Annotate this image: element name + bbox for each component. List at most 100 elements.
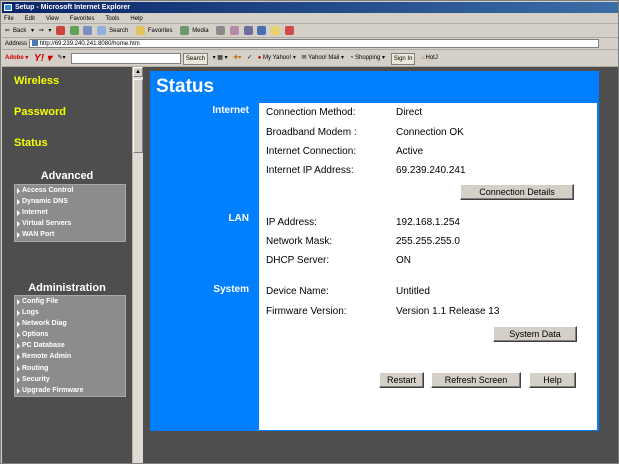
- sidebar-scrollbar[interactable]: ▲: [132, 67, 143, 463]
- page-icon: [31, 40, 38, 47]
- word-icon[interactable]: [257, 25, 267, 35]
- section-system: System: [213, 284, 249, 295]
- search-button[interactable]: Search: [97, 25, 131, 35]
- toolbar-options-icon[interactable]: ▾ ▦ ▾: [213, 50, 228, 66]
- label-firmware-version: Firmware Version:: [266, 306, 347, 317]
- nav-internet[interactable]: Internet: [15, 207, 125, 218]
- section-lan: LAN: [228, 213, 249, 224]
- nav-virtual-servers[interactable]: Virtual Servers: [15, 218, 125, 229]
- browser-window: Setup - Microsoft Internet Explorer File…: [0, 0, 619, 464]
- value-device-name: Untitled: [396, 286, 430, 297]
- my-yahoo-icon: ●: [257, 55, 262, 61]
- restart-button[interactable]: Restart: [379, 372, 424, 388]
- refresh-icon[interactable]: [69, 25, 79, 35]
- help-button[interactable]: Help: [529, 372, 576, 388]
- mail-icon[interactable]: [229, 25, 239, 35]
- yahoo-logo[interactable]: Y! ▾: [34, 50, 52, 66]
- stop-icon[interactable]: [56, 25, 66, 35]
- sidebar-nav: Wireless Password Status Advanced Access…: [2, 67, 132, 463]
- scroll-up-icon[interactable]: ▲: [133, 67, 143, 77]
- address-bar: Address http://69.239.240.241:8080/home.…: [2, 38, 618, 50]
- adobe-button[interactable]: Adobe ▾: [5, 50, 28, 66]
- menu-help[interactable]: Help: [130, 16, 142, 22]
- label-internet-connection: Internet Connection:: [266, 146, 357, 157]
- nav-network-diag[interactable]: Network Diag: [15, 318, 125, 329]
- system-data-button[interactable]: System Data: [493, 326, 577, 342]
- yahoo-search-input[interactable]: [71, 53, 182, 64]
- address-input[interactable]: http://69.239.240.241:8080/home.htm: [28, 38, 599, 48]
- page-title: Status: [150, 71, 599, 102]
- connection-details-button[interactable]: Connection Details: [460, 184, 574, 200]
- label-lan-ip: IP Address:: [266, 217, 317, 228]
- value-dhcp-server: ON: [396, 255, 411, 266]
- history-icon[interactable]: [216, 25, 226, 35]
- nav-logs[interactable]: Logs: [15, 307, 125, 318]
- media-button[interactable]: Media: [180, 25, 211, 35]
- sign-in-button[interactable]: Sign In: [390, 52, 416, 65]
- scroll-thumb[interactable]: [133, 79, 143, 153]
- menu-tools[interactable]: Tools: [105, 16, 119, 22]
- my-yahoo-button[interactable]: ● My Yahoo! ▾: [257, 50, 296, 66]
- shopping-button[interactable]: ◔ Shopping ▾: [349, 50, 385, 66]
- search-icon: [97, 25, 107, 35]
- nav-options[interactable]: Options: [15, 329, 125, 340]
- nav-upgrade-firmware[interactable]: Upgrade Firmware: [15, 385, 125, 396]
- nav-dynamic-dns[interactable]: Dynamic DNS: [15, 196, 125, 207]
- print-icon[interactable]: [243, 25, 253, 35]
- yahoo-search-button[interactable]: Search: [182, 52, 208, 65]
- yahoo-toolbar: Adobe ▾ Y! ▾ ✎▾ Search ▾ ▦ ▾ ✚▾ ✓ ● My Y…: [2, 50, 618, 67]
- value-internet-ip: 69.239.240.241: [396, 165, 466, 176]
- nav-routing[interactable]: Routing: [15, 363, 125, 374]
- back-arrow-icon: ⇐: [5, 28, 11, 34]
- nav-access-control[interactable]: Access Control: [15, 185, 125, 196]
- status-main: Status Internet LAN System Connection Me…: [143, 67, 618, 463]
- label-internet-ip: Internet IP Address:: [266, 165, 354, 176]
- nav-pc-database[interactable]: PC Database: [15, 340, 125, 351]
- favorites-button[interactable]: Favorites: [135, 25, 176, 35]
- label-network-mask: Network Mask:: [266, 236, 333, 247]
- yahoo-plus-icon[interactable]: ✚▾: [233, 50, 241, 66]
- address-url: http://69.239.240.241:8080/home.htm: [39, 40, 140, 47]
- administration-heading: Administration: [28, 282, 106, 294]
- label-connection-method: Connection Method:: [266, 107, 356, 118]
- value-lan-ip: 192.168.1.254: [396, 217, 460, 228]
- page-content: Wireless Password Status Advanced Access…: [2, 67, 618, 463]
- status-panel: Internet LAN System Connection Method: D…: [150, 102, 599, 431]
- nav-password[interactable]: Password: [14, 106, 66, 118]
- value-internet-connection: Active: [396, 146, 424, 157]
- value-firmware-version: Version 1.1 Release 13: [396, 306, 500, 317]
- envelope-icon: ✉: [301, 55, 307, 61]
- yahoo-mail-button[interactable]: ✉ Yahoo! Mail ▾: [301, 50, 345, 66]
- menu-edit[interactable]: Edit: [25, 16, 35, 22]
- menu-file[interactable]: File: [4, 16, 14, 22]
- menu-favorites[interactable]: Favorites: [70, 16, 95, 22]
- refresh-screen-button[interactable]: Refresh Screen: [431, 372, 521, 388]
- label-broadband-modem: Broadband Modem :: [266, 127, 357, 138]
- value-network-mask: 255.255.255.0: [396, 236, 460, 247]
- value-connection-method: Direct: [396, 107, 423, 118]
- nav-config-file[interactable]: Config File: [15, 296, 125, 307]
- nav-security[interactable]: Security: [15, 374, 125, 385]
- address-label: Address: [5, 41, 28, 47]
- advanced-heading: Advanced: [40, 170, 94, 182]
- menu-bar: File Edit View Favorites Tools Help: [2, 13, 618, 24]
- back-button[interactable]: ⇐ Back ▾: [5, 28, 34, 34]
- highlight-icon[interactable]: ✓: [247, 50, 252, 66]
- messenger-icon[interactable]: [270, 25, 280, 35]
- home-icon[interactable]: [83, 25, 93, 35]
- section-internet: Internet: [212, 105, 249, 116]
- edit-icon[interactable]: ✎▾: [58, 50, 66, 66]
- shopping-icon: ◔: [349, 55, 354, 61]
- forward-button[interactable]: ⇒ ▾: [39, 28, 52, 34]
- administration-menu: Config File Logs Network Diag Options PC…: [14, 295, 126, 397]
- nav-wireless[interactable]: Wireless: [14, 75, 59, 87]
- standard-toolbar: ⇐ Back ▾ ⇒ ▾ Search Favorites Media: [2, 24, 618, 38]
- hotjobs-button[interactable]: ♨HotJ: [420, 50, 438, 66]
- menu-view[interactable]: View: [46, 16, 59, 22]
- media-icon: [180, 25, 190, 35]
- nav-status[interactable]: Status: [14, 137, 48, 149]
- label-device-name: Device Name:: [266, 286, 329, 297]
- nav-wan-port[interactable]: WAN Port: [15, 229, 125, 240]
- research-icon[interactable]: [284, 25, 294, 35]
- nav-remote-admin[interactable]: Remote Admin: [15, 351, 125, 362]
